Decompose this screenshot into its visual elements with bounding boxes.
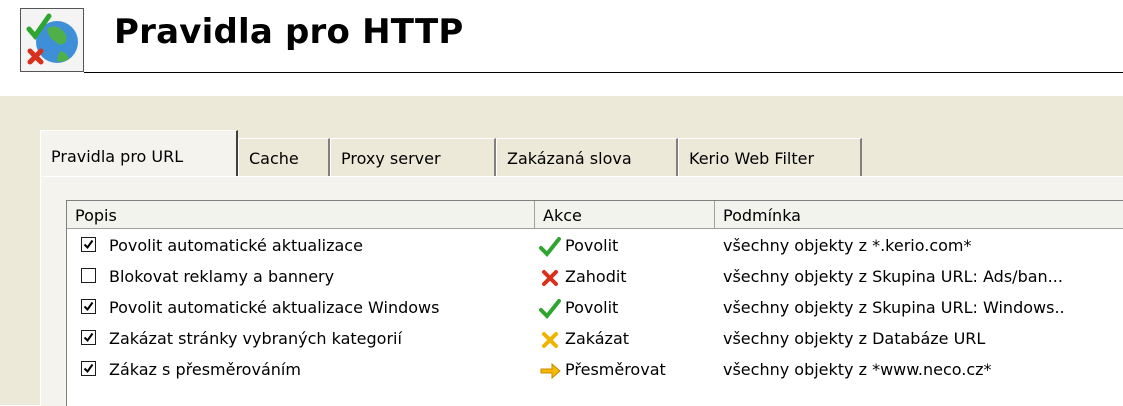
rule-description: Zákaz s přesměrováním	[109, 360, 301, 379]
rule-action: Povolit	[565, 236, 619, 255]
column-header-condition[interactable]: Podmínka	[715, 201, 1123, 229]
rules-list[interactable]: Popis Akce Podmínka Povolit automatické …	[66, 200, 1123, 406]
rule-description: Blokovat reklamy a bannery	[109, 267, 335, 286]
globe-allow-deny-icon	[20, 8, 84, 72]
rule-condition: všechny objekty z *.kerio.com*	[723, 236, 972, 255]
rule-condition: všechny objekty z Skupina URL: Ads/ban..…	[723, 267, 1063, 286]
rule-checkbox[interactable]	[81, 299, 96, 314]
rule-description: Povolit automatické aktualizace	[109, 236, 363, 255]
tab-kerio-web-filter[interactable]: Kerio Web Filter	[678, 138, 862, 176]
tab-label: Zakázaná slova	[507, 149, 632, 168]
rule-description: Povolit automatické aktualizace Windows	[109, 298, 440, 317]
table-row[interactable]: Povolit automatické aktualizace Windows …	[67, 293, 1123, 324]
yellow-x-icon	[542, 332, 558, 348]
tab-label: Cache	[249, 149, 299, 168]
tab-label: Kerio Web Filter	[689, 149, 815, 168]
green-check-icon	[539, 237, 561, 257]
rule-action: Zahodit	[565, 267, 627, 286]
tab-proxy-server[interactable]: Proxy server	[330, 138, 496, 176]
rule-checkbox[interactable]	[81, 237, 96, 252]
table-row[interactable]: Povolit automatické aktualizace Povolit …	[67, 231, 1123, 262]
rule-checkbox[interactable]	[81, 268, 96, 283]
rule-action: Povolit	[565, 298, 619, 317]
tab-cache[interactable]: Cache	[238, 138, 330, 176]
column-header-action[interactable]: Akce	[535, 201, 715, 229]
tab-url-rules[interactable]: Pravidla pro URL	[40, 130, 238, 176]
page-title: Pravidla pro HTTP	[114, 12, 464, 52]
tab-forbidden-words[interactable]: Zakázaná slova	[496, 138, 678, 176]
tab-label: Pravidla pro URL	[51, 147, 184, 166]
page-header: Pravidla pro HTTP	[0, 0, 1123, 86]
redirect-arrow-icon	[540, 362, 561, 380]
table-row[interactable]: Zakázat stránky vybraných kategorií Zaká…	[67, 324, 1123, 355]
rule-condition: všechny objekty z Databáze URL	[723, 329, 986, 348]
rule-condition: všechny objekty z Skupina URL: Windows..	[723, 298, 1065, 317]
rule-action: Přesměrovat	[565, 360, 666, 379]
rule-action: Zakázat	[565, 329, 630, 348]
header-divider	[84, 72, 1123, 73]
rule-checkbox[interactable]	[81, 330, 96, 345]
table-row[interactable]: Blokovat reklamy a bannery Zahodit všech…	[67, 262, 1123, 293]
rule-description: Zakázat stránky vybraných kategorií	[109, 329, 402, 348]
green-check-icon	[539, 299, 561, 319]
column-header-description[interactable]: Popis	[67, 201, 535, 229]
tab-label: Proxy server	[341, 149, 441, 168]
rule-checkbox[interactable]	[81, 361, 96, 376]
red-x-icon	[542, 270, 558, 286]
table-row[interactable]: Zákaz s přesměrováním Přesměrovat všechn…	[67, 355, 1123, 386]
rule-condition: všechny objekty z *www.neco.cz*	[723, 360, 992, 379]
